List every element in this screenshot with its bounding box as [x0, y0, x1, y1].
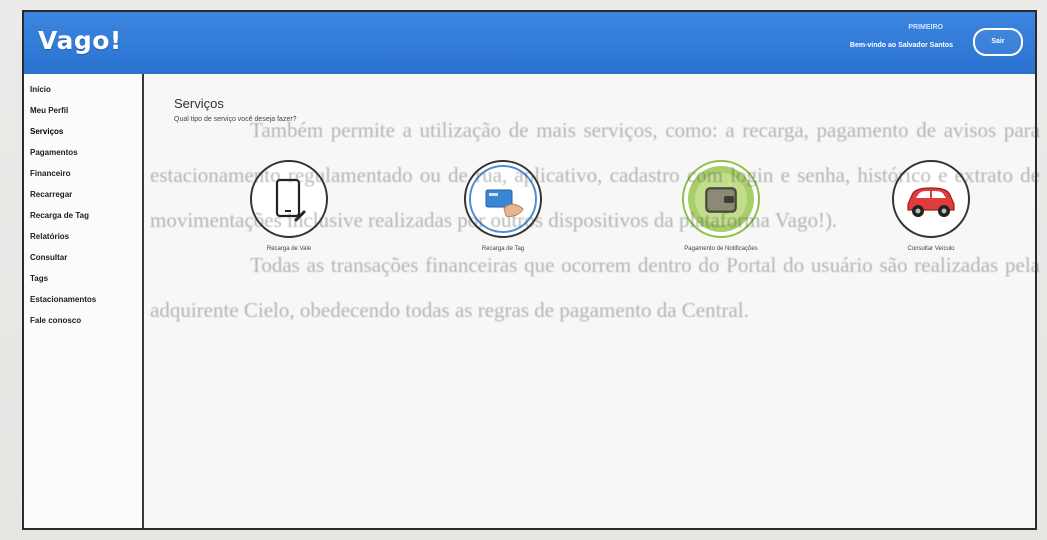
service-circle[interactable] — [464, 160, 542, 238]
sidebar-item-consultar[interactable]: Consultar — [30, 254, 142, 262]
service-circle[interactable] — [892, 160, 970, 238]
service-label: Consultar Veículo — [907, 246, 955, 252]
page-title: Serviços — [174, 96, 224, 111]
service-recarga-vale[interactable]: Recarga de Vale — [234, 160, 344, 252]
sidebar-menu: Início Meu Perfil Serviços Pagamentos Fi… — [24, 74, 142, 325]
service-circle[interactable] — [682, 160, 760, 238]
service-label: Pagamento de Notificações — [684, 246, 758, 252]
top-bar: Vago! PRIMEIRO Bem-vindo ao Salvador San… — [24, 12, 1035, 74]
sidebar-item-financeiro[interactable]: Financeiro — [30, 170, 142, 178]
sidebar-item-servicos[interactable]: Serviços — [30, 128, 142, 136]
sidebar-item-relatorios[interactable]: Relatórios — [30, 233, 142, 241]
sidebar-item-recarregar[interactable]: Recarregar — [30, 191, 142, 199]
sidebar-item-tags[interactable]: Tags — [30, 275, 142, 283]
user-role: PRIMEIRO — [908, 24, 943, 31]
service-label: Recarga de Tag — [481, 246, 525, 252]
sidebar: Início Meu Perfil Serviços Pagamentos Fi… — [24, 74, 144, 528]
sidebar-item-meu-perfil[interactable]: Meu Perfil — [30, 107, 142, 115]
sidebar-item-fale-conosco[interactable]: Fale conosco — [30, 317, 142, 325]
wallet-icon — [688, 166, 754, 232]
main-content: Serviços Qual tipo de serviço você desej… — [144, 74, 1035, 528]
sidebar-item-recarga-de-tag[interactable]: Recarga de Tag — [30, 212, 142, 220]
app-logo[interactable]: Vago! — [38, 26, 122, 55]
service-circle[interactable] — [250, 160, 328, 238]
service-pagamento-notificacoes[interactable]: Pagamento de Notificações — [666, 160, 776, 252]
sidebar-item-estacionamentos[interactable]: Estacionamentos — [30, 296, 142, 304]
service-consultar-veiculo[interactable]: Consultar Veículo — [876, 160, 986, 252]
user-name: Bem-vindo ao Salvador Santos — [849, 42, 953, 49]
phone-icon — [275, 178, 306, 222]
car-icon — [907, 187, 955, 217]
sidebar-item-inicio[interactable]: Início — [30, 86, 142, 94]
photo-background: Vago! PRIMEIRO Bem-vindo ao Salvador San… — [0, 0, 1047, 540]
browser-screen: Vago! PRIMEIRO Bem-vindo ao Salvador San… — [22, 10, 1037, 530]
service-recarga-tag[interactable]: Recarga de Tag — [448, 160, 558, 252]
page-subtitle: Qual tipo de serviço você deseja fazer? — [174, 116, 297, 123]
exit-button[interactable]: Sair — [973, 28, 1023, 56]
service-label: Recarga de Vale — [266, 246, 312, 252]
card-tag-icon — [469, 165, 537, 233]
sidebar-item-pagamentos[interactable]: Pagamentos — [30, 149, 142, 157]
